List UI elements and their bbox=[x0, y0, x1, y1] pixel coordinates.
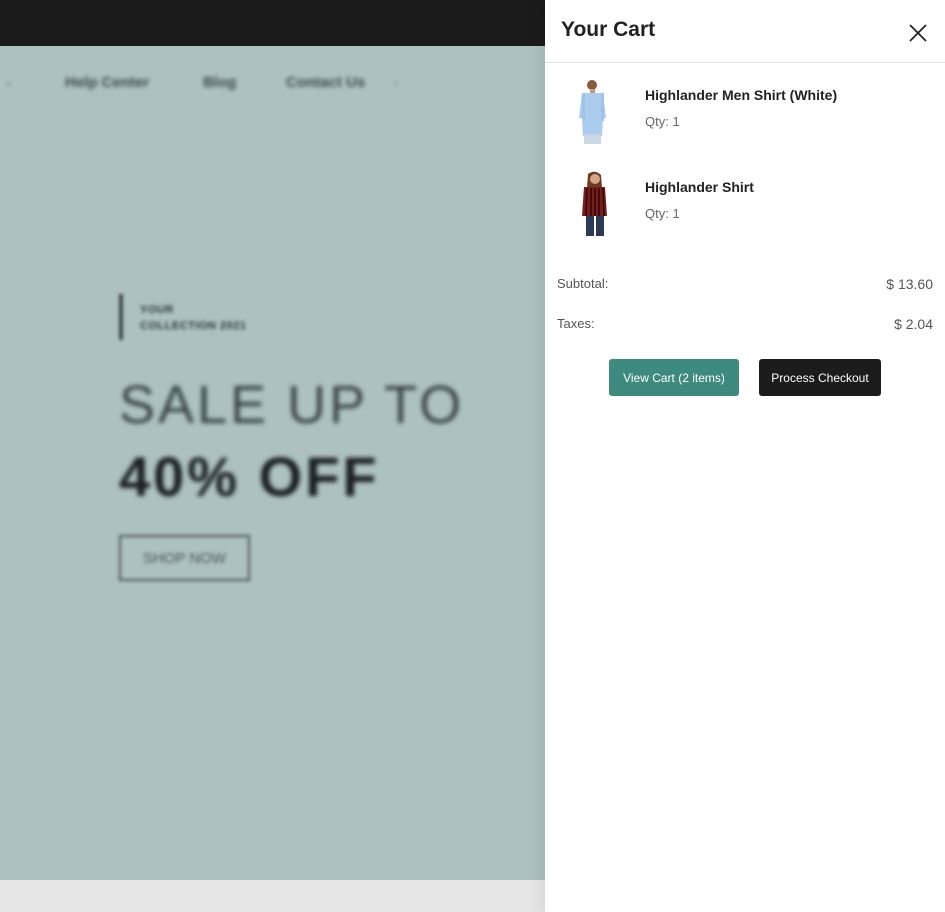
cart-item[interactable]: Highlander Shirt Qty: 1 bbox=[545, 170, 945, 250]
product-image-men-shirt bbox=[573, 78, 617, 150]
view-cart-button[interactable]: View Cart (2 items) bbox=[609, 359, 739, 396]
cart-item-name[interactable]: Highlander Shirt bbox=[645, 179, 754, 195]
cart-item-qty: Qty: 1 bbox=[645, 114, 680, 129]
shop-now-button[interactable]: SHOP NOW bbox=[119, 535, 250, 581]
nav-item-contact-us[interactable]: Contact Us bbox=[286, 74, 365, 91]
cart-drawer: Your Cart Highlander Men Shirt (White) Q… bbox=[545, 0, 945, 912]
product-image-women-shirt bbox=[573, 170, 617, 242]
cart-item-name[interactable]: Highlander Men Shirt (White) bbox=[645, 87, 837, 103]
cart-item[interactable]: Highlander Men Shirt (White) Qty: 1 bbox=[545, 78, 945, 158]
taxes-row: Taxes: $ 2.04 bbox=[557, 316, 933, 336]
nav-item-blog[interactable]: Blog bbox=[203, 74, 236, 91]
hero-headline-line-1: SALE UP TO bbox=[119, 375, 465, 435]
subtotal-value: $ 13.60 bbox=[886, 276, 933, 292]
process-checkout-button[interactable]: Process Checkout bbox=[759, 359, 881, 396]
nav-item-help-center[interactable]: Help Center bbox=[65, 74, 149, 91]
nav-separator: - bbox=[394, 74, 399, 90]
cart-item-qty: Qty: 1 bbox=[645, 206, 680, 221]
subtotal-row: Subtotal: $ 13.60 bbox=[557, 276, 933, 296]
cart-header: Your Cart bbox=[545, 0, 945, 63]
nav-separator: - bbox=[6, 74, 11, 90]
collection-accent-bar bbox=[119, 294, 123, 340]
collection-line-1: YOUR bbox=[140, 304, 174, 316]
collection-line-2: COLLECTION 2021 bbox=[140, 320, 247, 332]
hero-headline-line-2: 40% OFF bbox=[119, 445, 380, 508]
close-button[interactable] bbox=[905, 20, 931, 46]
cart-title: Your Cart bbox=[561, 18, 656, 41]
subtotal-label: Subtotal: bbox=[557, 276, 609, 291]
close-icon bbox=[909, 24, 927, 42]
taxes-value: $ 2.04 bbox=[894, 316, 933, 332]
taxes-label: Taxes: bbox=[557, 316, 595, 331]
collection-label: YOUR COLLECTION 2021 bbox=[140, 302, 247, 334]
